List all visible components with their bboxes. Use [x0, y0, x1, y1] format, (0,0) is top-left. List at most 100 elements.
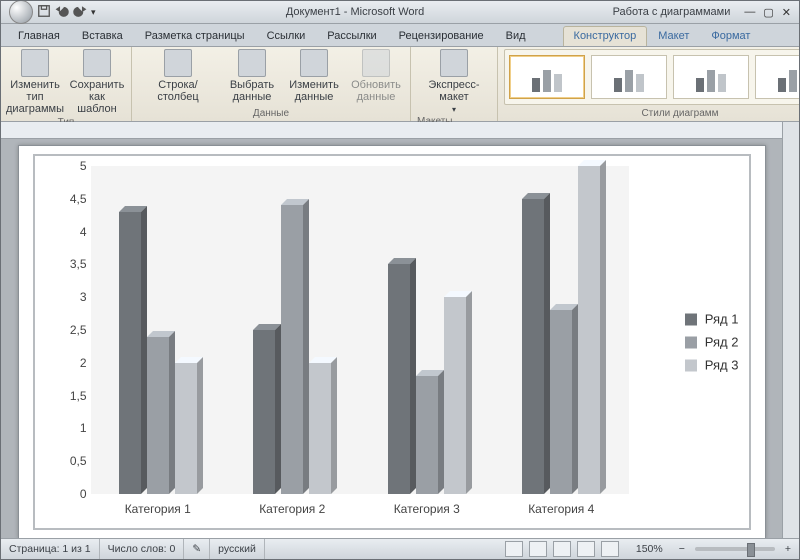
- y-tick-label: 3: [47, 290, 87, 304]
- bar-series1-cat1[interactable]: [119, 212, 141, 494]
- x-tick-label: Категория 4: [528, 502, 594, 516]
- group-layouts: Экспресс-макет▾ Макеты диаграмм: [411, 47, 498, 121]
- style-thumb-3[interactable]: [673, 55, 749, 99]
- change-chart-type-button[interactable]: Изменить тип диаграммы: [7, 49, 63, 115]
- redo-icon[interactable]: [73, 4, 87, 21]
- legend-item-2[interactable]: Ряд 2: [685, 335, 739, 350]
- x-tick-label: Категория 3: [394, 502, 460, 516]
- ribbon-tabs: Главная Вставка Разметка страницы Ссылки…: [1, 24, 799, 47]
- bar-series1-cat4[interactable]: [522, 199, 544, 494]
- word-window: ▾ Документ1 - Microsoft Word Работа с ди…: [0, 0, 800, 560]
- view-print-layout[interactable]: [505, 541, 523, 557]
- save-template-button[interactable]: Сохранить как шаблон: [69, 49, 125, 115]
- bar-series3-cat1[interactable]: [175, 363, 197, 494]
- status-word-count[interactable]: Число слов: 0: [100, 539, 185, 559]
- select-data-icon: [238, 49, 266, 77]
- save-icon[interactable]: [37, 4, 51, 21]
- zoom-in-icon[interactable]: +: [785, 543, 791, 555]
- zoom-slider[interactable]: [695, 547, 775, 551]
- legend-item-3[interactable]: Ряд 3: [685, 358, 739, 373]
- legend-item-1[interactable]: Ряд 1: [685, 312, 739, 327]
- x-tick-label: Категория 2: [259, 502, 325, 516]
- group-data-label: Данные: [253, 106, 289, 119]
- refresh-icon: [362, 49, 390, 77]
- chart-legend: Ряд 1 Ряд 2 Ряд 3: [685, 304, 739, 381]
- tab-mail[interactable]: Рассылки: [316, 26, 387, 46]
- document-viewport: 00,511,522,533,544,55Категория 1Категори…: [1, 122, 799, 538]
- undo-icon[interactable]: [55, 4, 69, 21]
- view-web[interactable]: [553, 541, 571, 557]
- window-controls: — ▢ ✕: [736, 6, 799, 19]
- close-button[interactable]: ✕: [782, 6, 791, 19]
- y-tick-label: 1: [47, 421, 87, 435]
- view-fullscreen[interactable]: [529, 541, 547, 557]
- chart-plot-area: 00,511,522,533,544,55Категория 1Категори…: [91, 166, 629, 494]
- bar-series3-cat2[interactable]: [309, 363, 331, 494]
- tab-view[interactable]: Вид: [495, 26, 537, 46]
- group-styles-label: Стили диаграмм: [641, 106, 718, 119]
- switch-row-col-button[interactable]: Строка/столбец: [138, 49, 218, 103]
- tab-design[interactable]: Конструктор: [563, 26, 648, 46]
- quick-layout-icon: [440, 49, 468, 77]
- status-bar: Страница: 1 из 1 Число слов: 0 ✎ русский…: [1, 538, 799, 559]
- select-data-button[interactable]: Выбрать данные: [224, 49, 280, 103]
- edit-data-icon: [300, 49, 328, 77]
- refresh-data-button[interactable]: Обновить данные: [348, 49, 404, 103]
- minimize-button[interactable]: —: [744, 6, 755, 19]
- tab-layout[interactable]: Разметка страницы: [134, 26, 256, 46]
- group-data: Строка/столбец Выбрать данные Изменить д…: [132, 47, 411, 121]
- switch-icon: [164, 49, 192, 77]
- y-tick-label: 3,5: [47, 257, 87, 271]
- group-type: Изменить тип диаграммы Сохранить как шаб…: [1, 47, 132, 121]
- tab-links[interactable]: Ссылки: [256, 26, 317, 46]
- maximize-button[interactable]: ▢: [763, 6, 773, 19]
- y-tick-label: 5: [47, 159, 87, 173]
- zoom-out-icon[interactable]: −: [679, 543, 685, 555]
- y-tick-label: 4: [47, 225, 87, 239]
- bar-series2-cat3[interactable]: [416, 376, 438, 494]
- qat-more-icon[interactable]: ▾: [91, 7, 96, 18]
- bar-series3-cat3[interactable]: [444, 297, 466, 494]
- y-tick-label: 1,5: [47, 389, 87, 403]
- y-tick-label: 4,5: [47, 192, 87, 206]
- vertical-scrollbar[interactable]: [782, 122, 799, 538]
- view-draft[interactable]: [601, 541, 619, 557]
- ribbon: Изменить тип диаграммы Сохранить как шаб…: [1, 47, 799, 122]
- document-page: 00,511,522,533,544,55Категория 1Категори…: [18, 145, 766, 538]
- office-button[interactable]: [9, 0, 33, 24]
- template-icon: [83, 49, 111, 77]
- status-language[interactable]: русский: [210, 539, 265, 559]
- bar-series2-cat4[interactable]: [550, 310, 572, 494]
- context-title: Работа с диаграммами: [607, 6, 737, 18]
- view-outline[interactable]: [577, 541, 595, 557]
- edit-data-button[interactable]: Изменить данные: [286, 49, 342, 103]
- tab-home[interactable]: Главная: [7, 26, 71, 46]
- titlebar: ▾ Документ1 - Microsoft Word Работа с ди…: [1, 1, 799, 24]
- spellcheck-icon: ✎: [192, 543, 201, 555]
- zoom-control[interactable]: −+: [671, 539, 799, 559]
- zoom-level[interactable]: 150%: [628, 539, 671, 559]
- status-spellcheck[interactable]: ✎: [184, 539, 210, 559]
- style-thumb-1[interactable]: [509, 55, 585, 99]
- bar-series1-cat2[interactable]: [253, 330, 275, 494]
- tab-format[interactable]: Формат: [700, 26, 761, 46]
- y-tick-label: 0: [47, 487, 87, 501]
- status-page[interactable]: Страница: 1 из 1: [1, 539, 100, 559]
- x-tick-label: Категория 1: [125, 502, 191, 516]
- quick-layout-button[interactable]: Экспресс-макет▾: [417, 49, 491, 114]
- window-title: Документ1 - Microsoft Word: [104, 6, 607, 18]
- style-thumb-4[interactable]: [755, 55, 800, 99]
- bar-series3-cat4[interactable]: [578, 166, 600, 494]
- horizontal-ruler[interactable]: [1, 122, 782, 139]
- tab-chart-layout[interactable]: Макет: [647, 26, 700, 46]
- chart-object[interactable]: 00,511,522,533,544,55Категория 1Категори…: [33, 154, 751, 530]
- bar-series1-cat3[interactable]: [388, 264, 410, 494]
- bar-series2-cat2[interactable]: [281, 205, 303, 494]
- quick-access-toolbar: ▾: [1, 0, 104, 24]
- y-tick-label: 0,5: [47, 454, 87, 468]
- tab-review[interactable]: Рецензирование: [388, 26, 495, 46]
- bar-series2-cat1[interactable]: [147, 337, 169, 494]
- y-tick-label: 2,5: [47, 323, 87, 337]
- style-thumb-2[interactable]: [591, 55, 667, 99]
- tab-insert[interactable]: Вставка: [71, 26, 134, 46]
